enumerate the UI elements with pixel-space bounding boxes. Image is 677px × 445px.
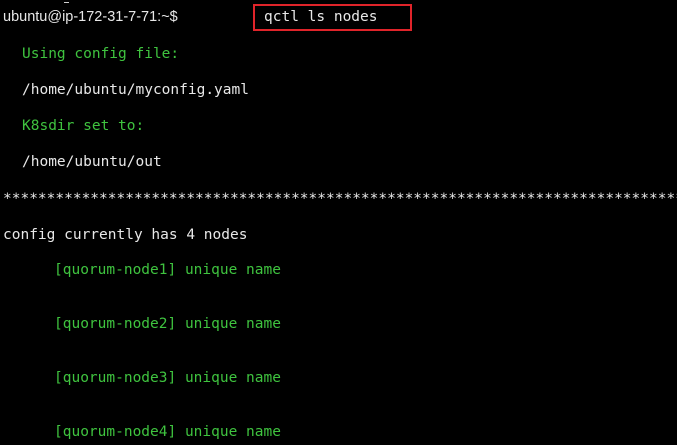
k8sdir-path: /home/ubuntu/out bbox=[22, 154, 162, 170]
command-text[interactable]: qctl ls nodes bbox=[264, 8, 378, 26]
node-item-1: [quorum-node1] unique name bbox=[54, 262, 281, 278]
node-item-4: [quorum-node4] unique name bbox=[54, 424, 281, 440]
config-file-label: Using config file: bbox=[22, 46, 180, 62]
k8sdir-label: K8sdir set to: bbox=[22, 118, 145, 134]
node-item-3: [quorum-node3] unique name bbox=[54, 370, 281, 386]
node-item-2: [quorum-node2] unique name bbox=[54, 316, 281, 332]
shell-prompt: ubuntu@ip-172-31-7-71:~$ bbox=[3, 9, 178, 25]
separator-line: ****************************************… bbox=[3, 191, 677, 207]
terminal-window[interactable]: ubuntu@ip-172-31-7-71:~$ qctl ls nodes U… bbox=[0, 0, 677, 445]
nodes-summary: config currently has 4 nodes bbox=[3, 227, 248, 243]
cursor-mark bbox=[64, 2, 69, 3]
config-file-path: /home/ubuntu/myconfig.yaml bbox=[22, 82, 249, 98]
